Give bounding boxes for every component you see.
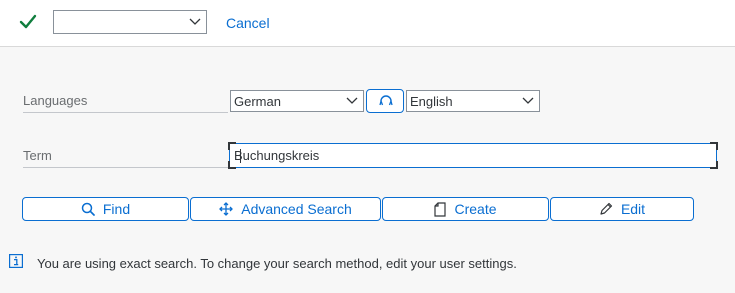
target-language-value: English	[410, 94, 453, 109]
edit-button-label: Edit	[620, 201, 646, 217]
term-input-value: Buchungskreis	[234, 148, 320, 163]
source-language-value: German	[234, 94, 281, 109]
edit-button[interactable]: Edit	[550, 197, 694, 221]
search-icon	[81, 202, 95, 216]
focus-corner	[228, 142, 236, 150]
create-button[interactable]: Create	[382, 197, 549, 221]
target-language-select[interactable]: English	[406, 90, 540, 112]
text-cursor	[240, 149, 241, 163]
find-button[interactable]: Find	[22, 197, 189, 221]
term-label: Term	[23, 148, 228, 168]
chevron-down-icon	[189, 18, 201, 25]
term-input[interactable]: Buchungskreis	[228, 142, 718, 169]
toolbar-dropdown[interactable]	[53, 10, 207, 34]
swap-languages-button[interactable]	[366, 89, 404, 113]
chevron-down-icon	[346, 97, 358, 104]
advanced-search-icon	[219, 202, 234, 216]
info-message: You are using exact search. To change yo…	[37, 256, 517, 271]
find-button-label: Find	[102, 201, 131, 217]
advanced-search-button[interactable]: Advanced Search	[190, 197, 381, 221]
cancel-button[interactable]: Cancel	[226, 15, 270, 31]
create-button-label: Create	[454, 201, 497, 217]
focus-corner	[710, 142, 718, 150]
focus-corner	[228, 161, 236, 169]
chevron-down-icon	[522, 97, 534, 104]
source-language-select[interactable]: German	[230, 90, 364, 112]
pencil-icon	[600, 202, 613, 215]
focus-corner	[710, 161, 718, 169]
info-icon	[9, 254, 23, 268]
advanced-search-button-label: Advanced Search	[241, 201, 352, 217]
swap-languages-icon	[379, 95, 393, 106]
new-document-icon	[434, 201, 447, 217]
toolbar: Cancel	[0, 0, 735, 47]
languages-label: Languages	[23, 93, 228, 113]
checkmark-icon[interactable]	[18, 12, 38, 32]
